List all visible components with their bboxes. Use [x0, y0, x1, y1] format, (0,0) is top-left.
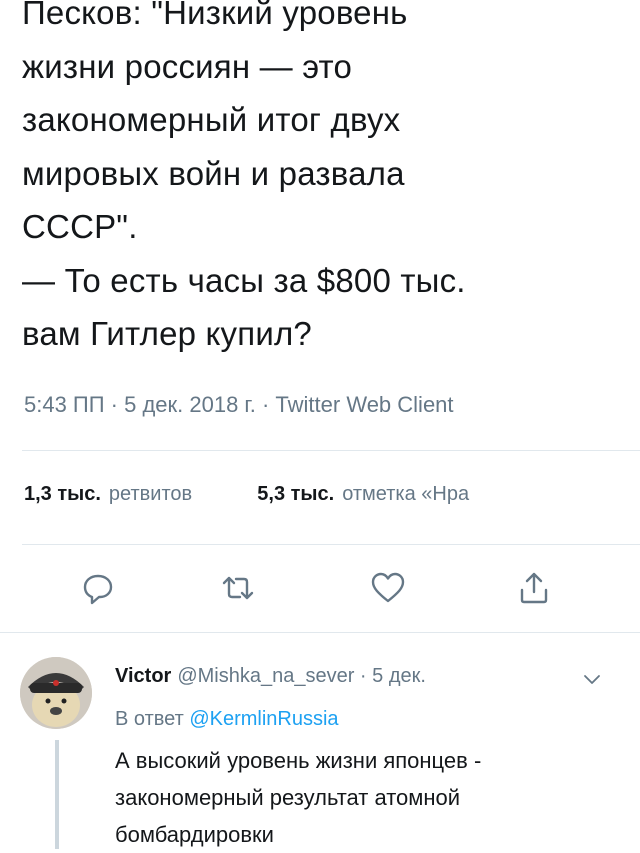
- tweet-line: мировых войн и развала: [22, 154, 405, 192]
- divider: [22, 450, 640, 451]
- tweet-line: вам Гитлер купил?: [22, 315, 312, 352]
- tweet-line: жизни россиян — это: [22, 47, 353, 85]
- tweet-line: — То есть часы за $800 тыс.: [22, 261, 466, 299]
- reply-author-handle[interactable]: @Mishka_na_sever · 5 дек.: [177, 665, 426, 687]
- divider: [0, 632, 640, 633]
- reply-header: Victor @Mishka_na_sever · 5 дек.: [115, 665, 426, 688]
- reply-line: А высокий уровень жизни японцев -: [115, 748, 482, 773]
- reply-author-name[interactable]: Victor: [115, 665, 171, 687]
- retweet-button[interactable]: [218, 568, 258, 608]
- bear-avatar-icon: [20, 657, 92, 729]
- avatar[interactable]: [20, 657, 92, 729]
- likes-stat[interactable]: 5,3 тыс. отметка «Нра: [257, 483, 469, 505]
- reply-line: бомбардировки: [115, 822, 274, 847]
- reply-line: закономерный результат атомной: [115, 785, 461, 810]
- likes-label: отметка «Нра: [342, 483, 470, 505]
- retweet-icon: [222, 576, 254, 600]
- reply-to-mention[interactable]: @KermlinRussia: [189, 708, 338, 730]
- reply-icon: [83, 574, 113, 605]
- tweet-timestamp[interactable]: 5:43 ПП · 5 дек. 2018 г. · Twitter Web C…: [24, 392, 454, 418]
- tweet-stats: 1,3 тыс. ретвитов 5,3 тыс. отметка «Нра: [24, 483, 469, 506]
- divider: [22, 544, 640, 545]
- like-button[interactable]: [368, 568, 408, 608]
- thread-line: [55, 740, 59, 849]
- retweets-label: ретвитов: [108, 483, 193, 505]
- reply-text: А высокий уровень жизни японцев - законо…: [115, 742, 615, 853]
- tweet-line: СССР".: [22, 208, 138, 245]
- reply-button[interactable]: [78, 568, 118, 608]
- share-icon: [520, 572, 548, 604]
- likes-count: 5,3 тыс.: [257, 483, 335, 505]
- heart-icon: [371, 572, 405, 603]
- retweets-count: 1,3 тыс.: [24, 483, 101, 505]
- tweet-line: Песков: "Низкий уровень: [22, 0, 408, 31]
- reply-to: В ответ @KermlinRussia: [115, 708, 339, 731]
- retweets-stat[interactable]: 1,3 тыс. ретвитов: [24, 483, 198, 505]
- share-button[interactable]: [514, 568, 554, 608]
- chevron-down-icon[interactable]: [582, 672, 602, 686]
- tweet-text: Песков: "Низкий уровень жизни россиян — …: [22, 0, 622, 361]
- tweet-actions: [0, 568, 640, 618]
- tweet-line: закономерный итог двух: [22, 101, 401, 138]
- reply-to-prefix: В ответ: [115, 708, 184, 730]
